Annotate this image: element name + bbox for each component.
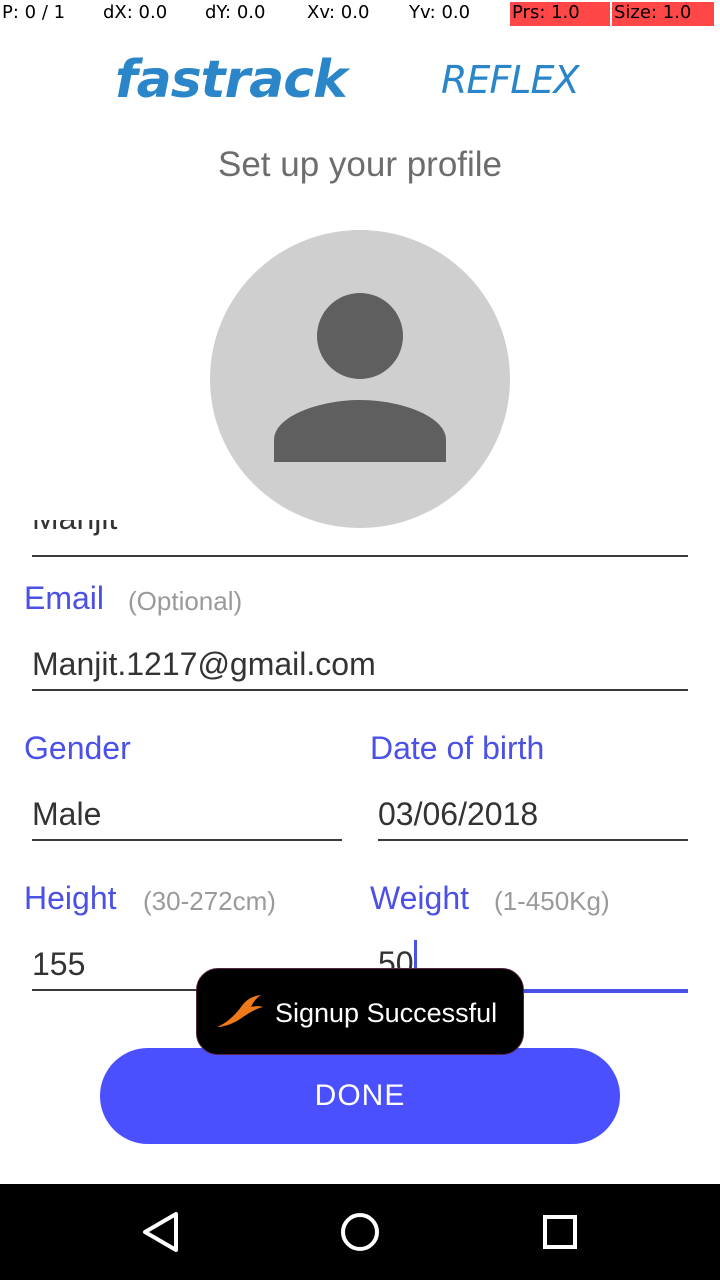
nav-back-button[interactable]: [128, 1200, 192, 1264]
nav-home-button[interactable]: [328, 1200, 392, 1264]
profile-avatar[interactable]: [210, 230, 510, 528]
weight-label: Weight: [370, 880, 470, 916]
logo-product-text: REFLEX: [441, 58, 579, 102]
name-field-value: Manjit: [32, 520, 117, 537]
email-field-underline: [32, 689, 688, 691]
debug-pressure: Prs: 1.0: [510, 2, 610, 26]
recents-icon: [543, 1215, 577, 1249]
weight-hint: (1-450Kg): [494, 886, 610, 916]
signup-toast: Signup Successful: [196, 968, 524, 1055]
debug-size: Size: 1.0: [612, 2, 714, 26]
gender-field-underline: [32, 839, 342, 841]
system-navigation-bar: [0, 1184, 720, 1280]
done-button[interactable]: DONE: [100, 1048, 620, 1144]
email-label: Email: [24, 580, 105, 616]
app-logo: fastrack REFLEX: [115, 50, 615, 110]
gender-label: Gender: [24, 730, 131, 766]
email-field[interactable]: Manjit.1217@gmail.com: [32, 646, 376, 683]
nav-recents-button[interactable]: [528, 1200, 592, 1264]
person-icon: [274, 293, 446, 462]
debug-dx: dX: 0.0: [103, 2, 168, 23]
name-field-underline: [32, 555, 688, 557]
height-hint: (30-272cm): [143, 886, 276, 916]
dob-field-underline: [378, 839, 688, 841]
pointer-location-bar: P: 0 / 1 dX: 0.0 dY: 0.0 Xv: 0.0 Yv: 0.0…: [0, 0, 720, 26]
page-title: Set up your profile: [217, 145, 503, 184]
dob-label: Date of birth: [370, 730, 545, 766]
logo-brand-text: fastrack: [115, 50, 348, 110]
debug-dy: dY: 0.0: [205, 2, 266, 23]
height-field[interactable]: 155: [32, 946, 85, 983]
height-label: Height: [24, 880, 117, 916]
email-hint: (Optional): [128, 586, 243, 616]
fastrack-swoosh-icon: [217, 995, 263, 1027]
debug-pointer-count: P: 0 / 1: [2, 2, 66, 23]
back-icon: [143, 1212, 178, 1252]
gender-field[interactable]: Male: [32, 796, 101, 833]
debug-yv: Yv: 0.0: [409, 2, 471, 23]
home-icon: [341, 1213, 379, 1251]
toast-message: Signup Successful: [275, 998, 498, 1028]
dob-field[interactable]: 03/06/2018: [378, 796, 538, 833]
debug-xv: Xv: 0.0: [307, 2, 370, 23]
